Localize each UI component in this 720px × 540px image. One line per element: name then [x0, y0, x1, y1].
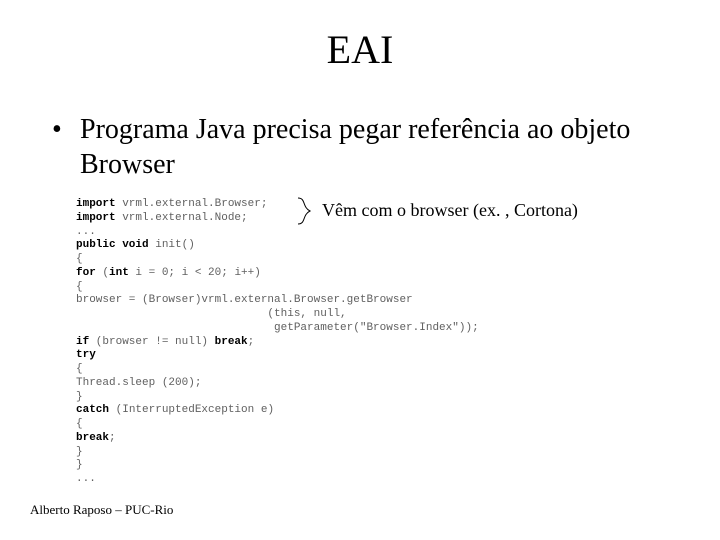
annotation-text: Vêm com o browser (ex. , Cortona): [322, 200, 578, 221]
code-text: }: [76, 459, 83, 471]
kw-import: import: [76, 198, 116, 210]
slide: EAI • Programa Java precisa pegar referê…: [0, 0, 720, 540]
kw-for: for: [76, 267, 96, 279]
code-text: (: [96, 267, 109, 279]
code-text: (browser != null): [89, 336, 214, 348]
brace-icon: [296, 196, 314, 226]
code-block: import vrml.external.Browser; import vrm…: [76, 198, 479, 487]
bullet-item: • Programa Java precisa pegar referência…: [52, 112, 680, 182]
code-text: getParameter("Browser.Index"));: [76, 322, 479, 334]
code-text: ;: [248, 336, 255, 348]
kw-if: if: [76, 336, 89, 348]
code-text: }: [76, 446, 83, 458]
code-text: Thread.sleep (200);: [76, 377, 201, 389]
code-text: (InterruptedException e): [109, 404, 274, 416]
code-text: vrml.external.Browser;: [116, 198, 268, 210]
kw-import: import: [76, 212, 116, 224]
kw-int: int: [109, 267, 129, 279]
code-text: ...: [76, 226, 96, 238]
code-text: {: [76, 363, 83, 375]
bullet-marker: •: [52, 112, 80, 182]
code-text: {: [76, 281, 83, 293]
kw-public-void: public void: [76, 239, 149, 251]
footer-text: Alberto Raposo – PUC-Rio: [30, 502, 173, 518]
code-text: {: [76, 418, 83, 430]
slide-title: EAI: [0, 26, 720, 73]
kw-catch: catch: [76, 404, 109, 416]
code-text: i = 0; i < 20; i++): [129, 267, 261, 279]
kw-break: break: [215, 336, 248, 348]
code-text: ...: [76, 473, 96, 485]
code-text: (this, null,: [76, 308, 347, 320]
bullet-text: Programa Java precisa pegar referência a…: [80, 112, 680, 182]
code-text: }: [76, 391, 83, 403]
code-text: init(): [149, 239, 195, 251]
kw-try: try: [76, 349, 96, 361]
code-text: browser = (Browser)vrml.external.Browser…: [76, 294, 413, 306]
code-text: vrml.external.Node;: [116, 212, 248, 224]
code-text: ;: [109, 432, 116, 444]
code-text: {: [76, 253, 83, 265]
kw-break: break: [76, 432, 109, 444]
